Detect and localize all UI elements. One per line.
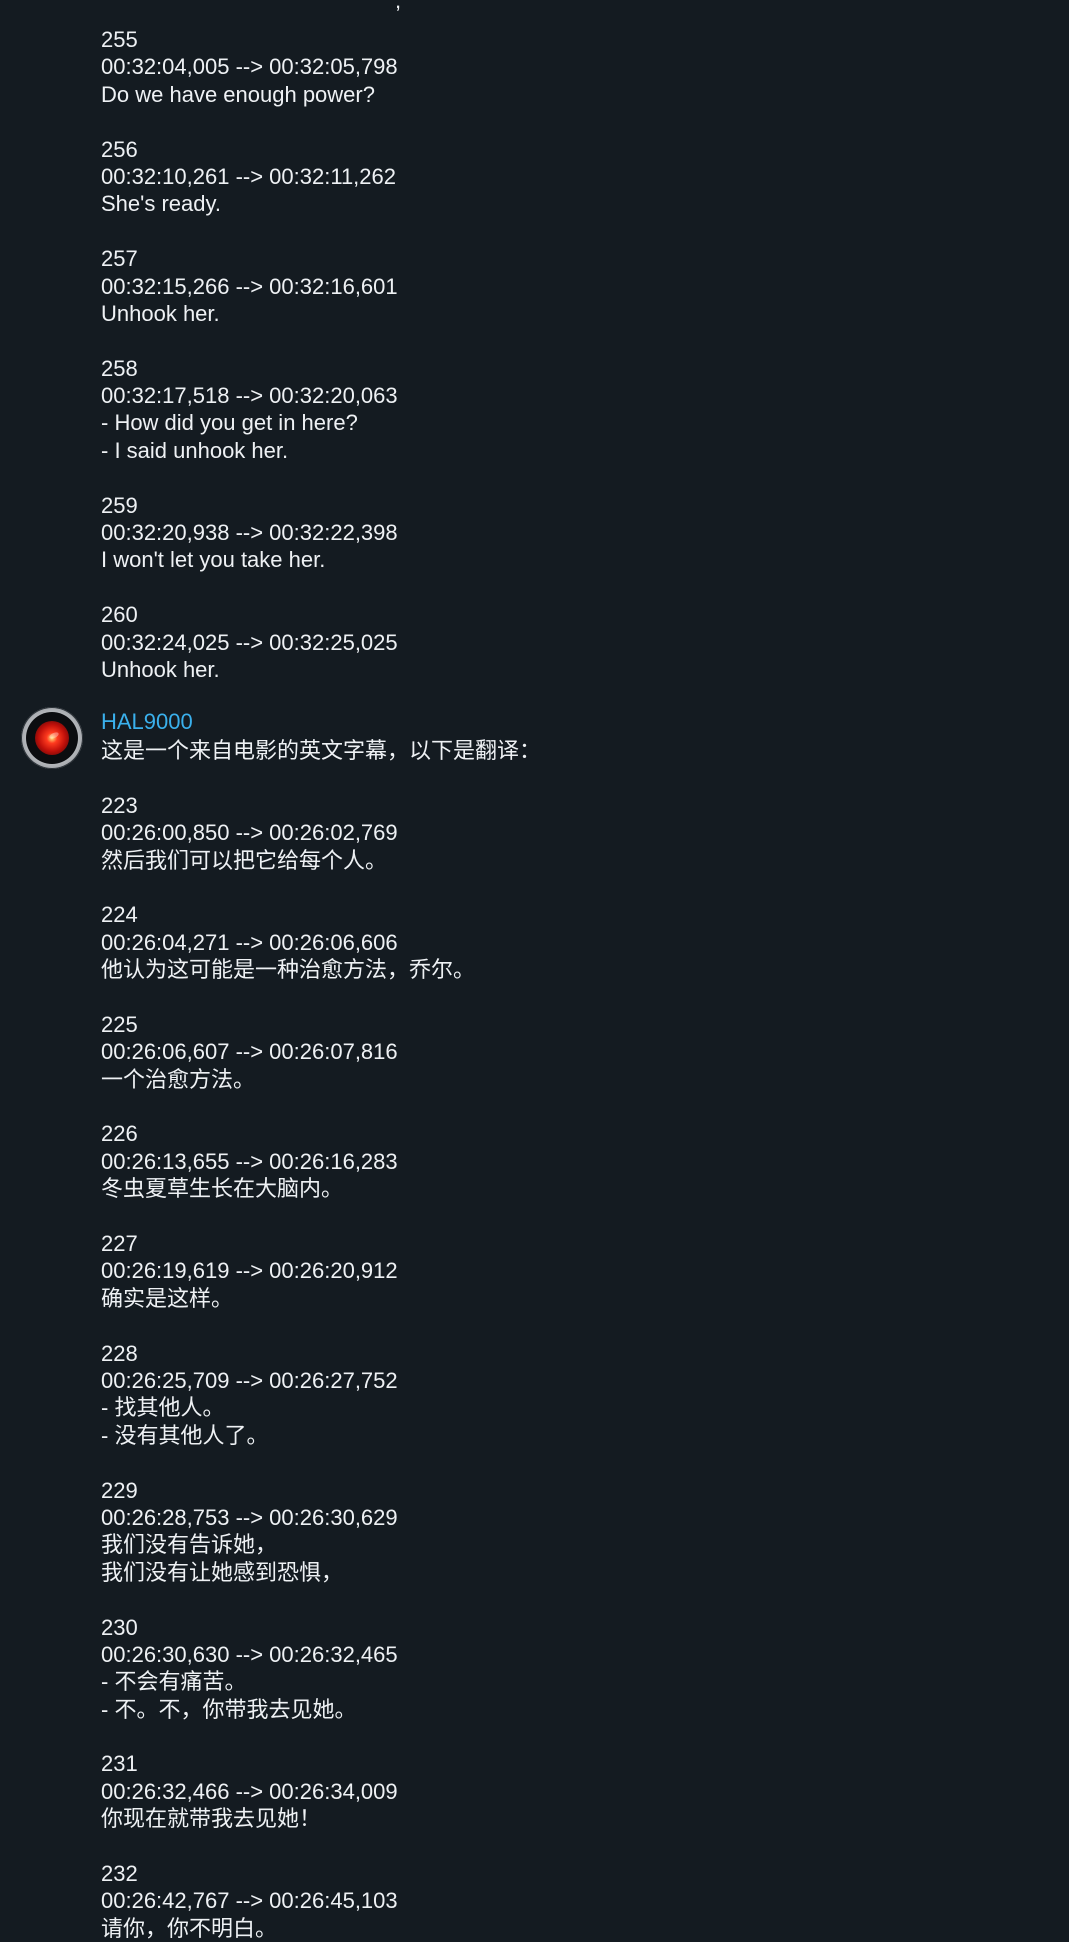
subtitle-text: - How did you get in here? [101, 410, 358, 436]
subtitle-entry: 226 00:26:13,655 --> 00:26:16,283 冬虫夏草生长在大… [101, 1120, 1001, 1202]
subtitle-timecode: 00:26:19,619 --> 00:26:20,912 [101, 1258, 398, 1284]
subtitle-timecode: 00:26:06,607 --> 00:26:07,816 [101, 1039, 398, 1065]
subtitle-entry: 225 00:26:06,607 --> 00:26:07,816 一个治愈方法。 [101, 1011, 1001, 1093]
subtitle-timecode: 00:26:28,753 --> 00:26:30,629 [101, 1504, 398, 1530]
subtitle-entry: 224 00:26:04,271 --> 00:26:06,606 他认为这可能是一… [101, 901, 1001, 983]
eye-glint [48, 731, 60, 740]
subtitle-text: Unhook her. [101, 300, 220, 326]
subtitle-timecode: 00:26:25,709 --> 00:26:27,752 [101, 1367, 398, 1393]
subtitle-text: 我们没有让她感到恐惧， [101, 1559, 344, 1585]
subtitle-text: - 找其他人。 [101, 1395, 225, 1421]
subtitle-index: 223 [101, 792, 138, 818]
subtitle-text: 他认为这可能是一种治愈方法，乔尔。 [101, 957, 476, 983]
subtitle-entry: 231 00:26:32,466 --> 00:26:34,009 你现在就带我去见… [101, 1750, 1001, 1832]
subtitle-entry: 257 00:32:15,266 --> 00:32:16,601 Unhook h… [101, 245, 1001, 327]
hal-message: HAL9000 这是一个来自电影的英文字幕，以下是翻译： 223 00:26:00… [101, 708, 1001, 1942]
subtitle-timecode: 00:26:42,767 --> 00:26:45,103 [101, 1888, 398, 1914]
subtitle-text: - 不。不，你带我去见她。 [101, 1696, 357, 1722]
subtitle-entry: 223 00:26:00,850 --> 00:26:02,769 然后我们可以把它… [101, 792, 1001, 874]
subtitle-index: 260 [101, 602, 138, 628]
subtitle-text: I won't let you take her. [101, 547, 326, 573]
subtitle-index: 224 [101, 902, 138, 928]
subtitle-text: - I said unhook her. [101, 437, 289, 463]
subtitle-text: She's ready. [101, 191, 221, 217]
subtitle-text: Do we have enough power? [101, 81, 375, 107]
clipped-text-fragment: , [395, 0, 402, 13]
message-intro: 这是一个来自电影的英文字幕，以下是翻译： [101, 738, 542, 763]
subtitle-index: 257 [101, 246, 138, 272]
previous-message-body: 255 00:32:04,005 --> 00:32:05,798 Do we ha… [101, 26, 1001, 683]
subtitle-index: 232 [101, 1861, 138, 1887]
subtitle-text: 然后我们可以把它给每个人。 [101, 847, 388, 873]
subtitle-text: - 不会有痛苦。 [101, 1669, 247, 1695]
subtitle-entry: 260 00:32:24,025 --> 00:32:25,025 Unhook h… [101, 601, 1001, 683]
subtitle-index: 259 [101, 492, 138, 518]
sender-name[interactable]: HAL9000 [101, 708, 1001, 735]
subtitle-entry: 229 00:26:28,753 --> 00:26:30,629 我们没有告诉她，… [101, 1477, 1001, 1587]
hal-message-body: 223 00:26:00,850 --> 00:26:02,769 然后我们可以把它… [101, 792, 1001, 1942]
subtitle-text: 冬虫夏草生长在大脑内。 [101, 1176, 344, 1202]
subtitle-text: Unhook her. [101, 656, 220, 682]
subtitle-entry: 255 00:32:04,005 --> 00:32:05,798 Do we ha… [101, 26, 1001, 108]
subtitle-timecode: 00:26:32,466 --> 00:26:34,009 [101, 1778, 398, 1804]
subtitle-index: 231 [101, 1751, 138, 1777]
subtitle-index: 226 [101, 1121, 138, 1147]
subtitle-text: - 没有其他人了。 [101, 1422, 269, 1448]
subtitle-entry: 256 00:32:10,261 --> 00:32:11,262 She's re… [101, 136, 1001, 218]
subtitle-text: 一个治愈方法。 [101, 1066, 256, 1092]
subtitle-entry: 258 00:32:17,518 --> 00:32:20,063- How di… [101, 355, 1001, 465]
subtitle-timecode: 00:32:15,266 --> 00:32:16,601 [101, 273, 398, 299]
hal9000-avatar[interactable] [21, 707, 83, 769]
subtitle-entry: 228 00:26:25,709 --> 00:26:27,752- 找其他人。 -… [101, 1340, 1001, 1450]
subtitle-text: 我们没有告诉她， [101, 1532, 278, 1558]
subtitle-index: 225 [101, 1011, 138, 1037]
subtitle-text: 你现在就带我去见她！ [101, 1806, 322, 1832]
subtitle-timecode: 00:26:00,850 --> 00:26:02,769 [101, 820, 398, 846]
subtitle-timecode: 00:32:24,025 --> 00:32:25,025 [101, 629, 398, 655]
subtitle-index: 258 [101, 355, 138, 381]
subtitle-timecode: 00:32:17,518 --> 00:32:20,063 [101, 383, 398, 409]
subtitle-index: 229 [101, 1477, 138, 1503]
subtitle-timecode: 00:32:10,261 --> 00:32:11,262 [101, 163, 397, 189]
avatar-ring [26, 712, 78, 764]
subtitle-timecode: 00:32:04,005 --> 00:32:05,798 [101, 54, 398, 80]
subtitle-index: 228 [101, 1340, 138, 1366]
subtitle-timecode: 00:26:13,655 --> 00:26:16,283 [101, 1148, 398, 1174]
subtitle-entry: 230 00:26:30,630 --> 00:26:32,465- 不会有痛苦。… [101, 1614, 1001, 1724]
subtitle-text: 确实是这样。 [101, 1285, 234, 1311]
subtitle-timecode: 00:26:30,630 --> 00:26:32,465 [101, 1641, 398, 1667]
subtitle-entry: 259 00:32:20,938 --> 00:32:22,398 I won't … [101, 492, 1001, 574]
subtitle-index: 227 [101, 1231, 138, 1257]
subtitle-entry: 227 00:26:19,619 --> 00:26:20,912 确实是这样。 [101, 1230, 1001, 1312]
subtitle-entry: 232 00:26:42,767 --> 00:26:45,103 请你，你不明白。 [101, 1860, 1001, 1942]
subtitle-timecode: 00:26:04,271 --> 00:26:06,606 [101, 929, 398, 955]
subtitle-index: 255 [101, 27, 138, 52]
subtitle-index: 230 [101, 1614, 138, 1640]
subtitle-timecode: 00:32:20,938 --> 00:32:22,398 [101, 520, 398, 546]
hal9000-eye-icon [35, 721, 69, 755]
subtitle-index: 256 [101, 136, 138, 162]
